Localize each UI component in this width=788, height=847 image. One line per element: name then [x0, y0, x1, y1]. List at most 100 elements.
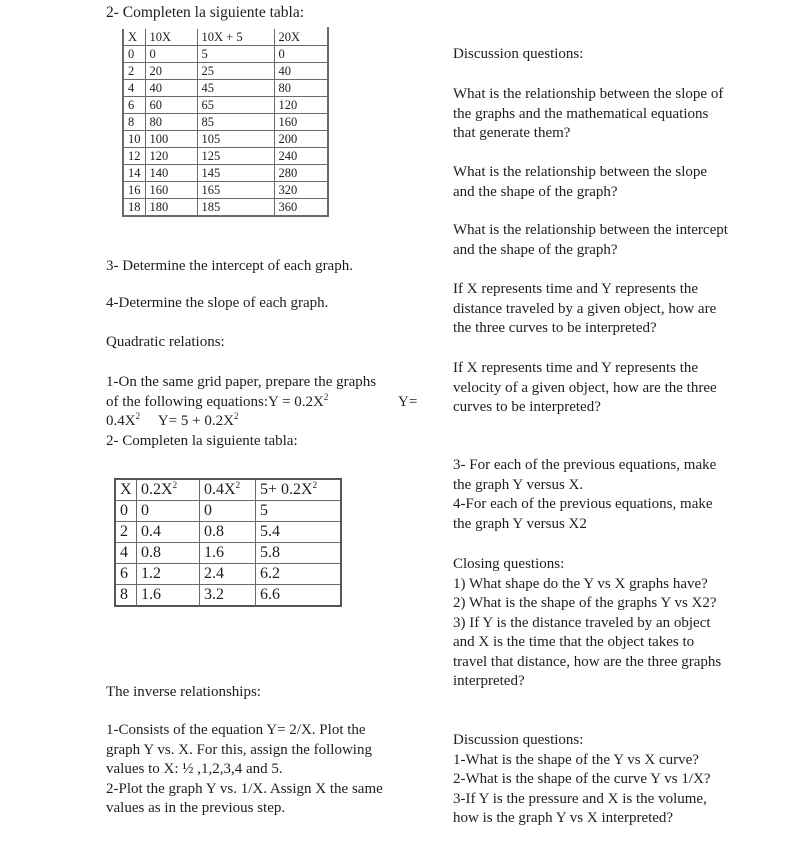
column-header: 20X [273, 27, 329, 46]
table-cell: 165 [196, 181, 275, 199]
discussion-heading-1: Discussion questions: [453, 46, 584, 62]
table-cell: 3.2 [199, 584, 256, 607]
table-cell: 140 [144, 164, 198, 182]
table-cell: 40 [144, 79, 198, 97]
table-cell: 120 [144, 147, 198, 165]
table-cell: 2 [122, 62, 146, 80]
quadratic-step1-line2: of the following equations:Y = 0.2X2 Y= [106, 391, 418, 410]
table-cell: 80 [144, 113, 198, 131]
table-cell: 25 [196, 62, 275, 80]
table-row: 4 40 45 80 [122, 79, 329, 97]
table-row: 18 180 185 360 [122, 198, 329, 217]
question-slope-shape: What is the relationship between the slo… [453, 164, 708, 200]
table-cell: 80 [273, 79, 329, 97]
table-cell: 0.4 [136, 521, 200, 543]
table-cell: 185 [196, 198, 275, 217]
table-cell: 5 [255, 500, 342, 522]
table-cell: 65 [196, 96, 275, 114]
table-cell: 8 [122, 113, 146, 131]
table-row: 6 60 65 120 [122, 96, 329, 114]
quadratic-step1-line3: 0.4X2 Y= 5 + 0.2X2 [106, 411, 239, 430]
table-cell: 1.6 [136, 584, 200, 607]
column-header: X [122, 27, 146, 46]
table-row: 2 0.4 0.8 5.4 [114, 521, 342, 543]
quadratic-table: X 0.2X2 0.4X2 5+ 0.2X2 0 0 0 5 2 0.4 0.8 5.4 4 0.8 1.6… [114, 478, 342, 607]
table-cell: 6.6 [255, 584, 342, 607]
column-header: 10X [144, 27, 198, 46]
table-row: 2 20 25 40 [122, 62, 329, 80]
table-cell: 0 [144, 45, 198, 63]
table-cell: 8 [114, 584, 137, 607]
table-cell: 40 [273, 62, 329, 80]
table-cell: 16 [122, 181, 146, 199]
table-cell: 0 [199, 500, 256, 522]
table-cell: 1.6 [199, 542, 256, 564]
table-cell: 6.2 [255, 563, 342, 585]
table-row: 6 1.2 2.4 6.2 [114, 563, 342, 585]
table-row: 0005 [114, 500, 342, 522]
table-cell: 20 [144, 62, 198, 80]
table-cell: 4 [122, 79, 146, 97]
table-row: 10 100 105 200 [122, 130, 329, 148]
table-cell: 14 [122, 164, 146, 182]
table-cell: 200 [273, 130, 329, 148]
column-header: X [114, 478, 137, 501]
table-cell: 0.8 [136, 542, 200, 564]
table-cell: 1.2 [136, 563, 200, 585]
table-cell: 320 [273, 181, 329, 199]
table-cell: 0 [273, 45, 329, 63]
table-cell: 360 [273, 198, 329, 217]
table-cell: 6 [122, 96, 146, 114]
step4-text: 4-Determine the slope of each graph. [106, 295, 329, 311]
step3-text: 3- Determine the intercept of each graph… [106, 258, 353, 274]
table-cell: 125 [196, 147, 275, 165]
table-cell: 5.4 [255, 521, 342, 543]
column-header: 5+ 0.2X2 [255, 478, 342, 501]
graph-steps: 3- For each of the previous equations, m… [453, 457, 717, 532]
question-intercept-shape: What is the relationship between the int… [453, 222, 728, 258]
table-cell: 45 [196, 79, 275, 97]
table-header-row: X 10X 10X + 5 20X [122, 27, 329, 46]
table-row: 4 0.8 1.6 5.8 [114, 542, 342, 564]
table-cell: 240 [273, 147, 329, 165]
table-cell: 6 [114, 563, 137, 585]
table-row: 8 80 85 160 [122, 113, 329, 131]
table-cell: 5.8 [255, 542, 342, 564]
question-velocity: If X represents time and Y represents th… [453, 360, 717, 415]
table-row: 16 160 165 320 [122, 181, 329, 199]
table-cell: 120 [273, 96, 329, 114]
column-header: 10X + 5 [196, 27, 275, 46]
table-cell: 85 [196, 113, 275, 131]
table-cell: 4 [114, 542, 137, 564]
table-cell: 0 [136, 500, 200, 522]
table-row: 0050 [122, 45, 329, 63]
table-cell: 10 [122, 130, 146, 148]
table-cell: 2.4 [199, 563, 256, 585]
table-row: 12 120 125 240 [122, 147, 329, 165]
question-slope-equations: What is the relationship between the slo… [453, 86, 724, 141]
quadratic-step1: 1-On the same grid paper, prepare the gr… [106, 373, 436, 451]
table-cell: 18 [122, 198, 146, 217]
table-cell: 60 [144, 96, 198, 114]
table-cell: 5 [196, 45, 275, 63]
table-cell: 0.8 [199, 521, 256, 543]
table-row: 14 140 145 280 [122, 164, 329, 182]
table-cell: 180 [144, 198, 198, 217]
table-cell: 12 [122, 147, 146, 165]
table-cell: 100 [144, 130, 198, 148]
table-cell: 145 [196, 164, 275, 182]
inverse-heading: The inverse relationships: [106, 684, 261, 700]
table2-heading: 2- Completen la siguiente tabla: [106, 432, 298, 449]
table1-heading: 2- Completen la siguiente tabla: [106, 4, 305, 21]
column-header: 0.2X2 [136, 478, 200, 501]
table-cell: 2 [114, 521, 137, 543]
closing-questions: Closing questions: 1) What shape do the … [453, 556, 722, 689]
quadratic-step1-line1: 1-On the same grid paper, prepare the gr… [106, 374, 377, 390]
table-header-row: X 0.2X2 0.4X2 5+ 0.2X2 [114, 478, 342, 501]
column-header: 0.4X2 [199, 478, 256, 501]
table-cell: 0 [114, 500, 137, 522]
table-cell: 0 [122, 45, 146, 63]
linear-table: X 10X 10X + 5 20X 0 0 5 0 2 20 25 40 4 40 45 80 6 60 65 120… [122, 27, 329, 217]
table-cell: 280 [273, 164, 329, 182]
quadratic-heading: Quadratic relations: [106, 334, 225, 350]
